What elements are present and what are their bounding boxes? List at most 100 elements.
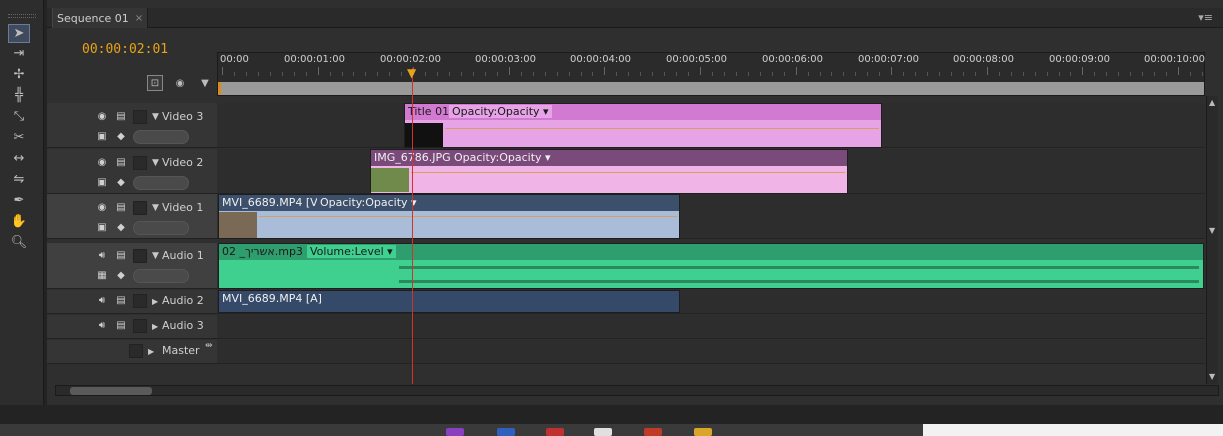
clip-thumbnail bbox=[219, 212, 257, 238]
ruler-minor-tick bbox=[449, 72, 451, 76]
lane-audio-2[interactable]: MVI_6689.MP4 [A] bbox=[217, 290, 1205, 314]
app-icon[interactable] bbox=[644, 428, 662, 436]
keyframe-nav[interactable] bbox=[133, 176, 189, 190]
slip-tool-icon[interactable]: ↔ bbox=[8, 149, 30, 168]
keyframe-icon[interactable]: ◆ bbox=[114, 222, 128, 234]
rolling-edit-tool-icon[interactable]: ╬ bbox=[8, 86, 30, 105]
clip-mvi-6689-v[interactable]: MVI_6689.MP4 [V] Opacity:Opacity ▾ bbox=[218, 194, 680, 239]
master-expand-icon[interactable]: ⇹ bbox=[205, 341, 213, 351]
track-lock-box[interactable] bbox=[129, 344, 143, 358]
panel-grip[interactable] bbox=[8, 14, 36, 18]
expand-triangle-icon[interactable]: ▼ bbox=[152, 112, 159, 122]
lane-video-2[interactable]: IMG_6786.JPG Opacity:Opacity ▾ bbox=[217, 149, 1205, 194]
track-lock-box[interactable] bbox=[133, 156, 147, 170]
effect-dropdown[interactable]: Opacity:Opacity ▾ bbox=[449, 105, 552, 118]
expand-triangle-icon[interactable]: ▼ bbox=[152, 251, 159, 261]
eye-icon[interactable]: ◉ bbox=[95, 111, 109, 123]
collapse-triangle-icon[interactable]: ▶ bbox=[148, 347, 154, 356]
speaker-icon[interactable]: 🔊︎ bbox=[95, 250, 109, 262]
ruler-minor-tick bbox=[1022, 72, 1024, 76]
lock-icon[interactable]: ▤ bbox=[114, 202, 128, 214]
lock-icon[interactable]: ▤ bbox=[114, 111, 128, 123]
playhead-line[interactable] bbox=[412, 68, 413, 384]
app-icon[interactable] bbox=[446, 428, 464, 436]
effect-dropdown[interactable]: Opacity:Opacity ▾ bbox=[317, 196, 420, 209]
horizontal-scrollbar[interactable] bbox=[55, 385, 1219, 396]
lane-video-1[interactable]: MVI_6689.MP4 [V] Opacity:Opacity ▾ bbox=[217, 194, 1205, 239]
expand-triangle-icon[interactable]: ▼ bbox=[152, 203, 159, 213]
collapse-triangle-icon[interactable]: ▶ bbox=[152, 322, 158, 331]
track-lock-box[interactable] bbox=[133, 319, 147, 333]
scroll-thumb[interactable] bbox=[70, 387, 152, 395]
speaker-icon[interactable]: 🔊︎ bbox=[95, 320, 109, 332]
track-lock-box[interactable] bbox=[133, 201, 147, 215]
eye-icon[interactable]: ◉ bbox=[95, 202, 109, 214]
sync-lock-icon[interactable]: ▤ bbox=[114, 250, 128, 262]
sync-lock-icon[interactable]: ▤ bbox=[114, 295, 128, 307]
eye-icon[interactable]: ◉ bbox=[95, 157, 109, 169]
track-select-tool-icon[interactable]: ⇥ bbox=[8, 44, 30, 63]
ruler-label: 00:00:10:00 bbox=[1144, 54, 1206, 65]
panel-menu-icon[interactable]: ▾≡ bbox=[1198, 11, 1213, 24]
effect-dropdown[interactable]: Volume:Level ▾ bbox=[307, 245, 396, 258]
close-icon[interactable]: × bbox=[135, 13, 143, 24]
add-marker-icon[interactable]: ▼ bbox=[197, 75, 213, 91]
effect-dropdown[interactable]: Opacity:Opacity ▾ bbox=[451, 151, 554, 164]
clip-audio-mp3[interactable]: 02 _אשריך.mp3 Volume:Level ▾ bbox=[218, 243, 1204, 289]
razor-tool-icon[interactable]: ✂ bbox=[8, 128, 30, 147]
ripple-edit-tool-icon[interactable]: ✢ bbox=[8, 65, 30, 84]
playhead-icon[interactable]: ▼ bbox=[407, 66, 418, 80]
app-icon[interactable] bbox=[694, 428, 712, 436]
vertical-scrollbar[interactable]: ▲ ▼ ▼ bbox=[1206, 96, 1218, 384]
ruler-minor-tick bbox=[711, 72, 713, 76]
app-icon[interactable] bbox=[546, 428, 564, 436]
snap-icon[interactable]: ⊡ bbox=[147, 75, 163, 91]
waveform-icon[interactable]: ▦ bbox=[95, 270, 109, 282]
ruler-minor-tick bbox=[233, 72, 235, 76]
scroll-down-icon[interactable]: ▼ bbox=[1209, 226, 1215, 235]
lane-video-3[interactable]: Title 01 Opacity:Opacity ▾ bbox=[217, 103, 1205, 148]
lane-audio-1[interactable]: 02 _אשריך.mp3 Volume:Level ▾ bbox=[217, 243, 1205, 289]
app-icon[interactable] bbox=[594, 428, 612, 436]
keyframe-icon[interactable]: ◆ bbox=[114, 177, 128, 189]
track-lock-box[interactable] bbox=[133, 294, 147, 308]
lane-audio-3[interactable] bbox=[217, 315, 1205, 339]
track-lock-box[interactable] bbox=[133, 110, 147, 124]
marker-icon[interactable]: ◉ bbox=[172, 75, 188, 91]
collapse-triangle-icon[interactable]: ▶ bbox=[152, 297, 158, 306]
work-area-bar[interactable] bbox=[218, 82, 1204, 95]
display-style-icon[interactable]: ▣ bbox=[95, 131, 109, 143]
rate-stretch-tool-icon[interactable]: ⤡ bbox=[8, 107, 30, 126]
clip-mvi-6689-a[interactable]: MVI_6689.MP4 [A] bbox=[218, 290, 680, 313]
keyframe-nav[interactable] bbox=[133, 130, 189, 144]
app-icon[interactable] bbox=[497, 428, 515, 436]
ruler-label: 00:00:07:00 bbox=[858, 54, 920, 65]
track-lock-box[interactable] bbox=[133, 249, 147, 263]
time-ruler[interactable]: 00:00 00:00:01:00 00:00:02:00 00:00:03:0… bbox=[217, 52, 1205, 96]
ruler-major-tick bbox=[317, 67, 319, 75]
sync-lock-icon[interactable]: ▤ bbox=[114, 320, 128, 332]
clip-img-6786[interactable]: IMG_6786.JPG Opacity:Opacity ▾ bbox=[370, 149, 848, 194]
ruler-minor-tick bbox=[437, 72, 439, 76]
zoom-tool-icon[interactable]: 🔍︎ bbox=[8, 233, 30, 252]
slide-tool-icon[interactable]: ⇋ bbox=[8, 170, 30, 189]
hand-tool-icon[interactable]: ✋ bbox=[8, 212, 30, 231]
selection-tool-icon[interactable]: ➤ bbox=[8, 24, 30, 43]
scroll-down-icon[interactable]: ▼ bbox=[1209, 372, 1215, 381]
keyframe-nav[interactable] bbox=[133, 221, 189, 235]
work-area-start[interactable] bbox=[218, 82, 221, 95]
expand-triangle-icon[interactable]: ▼ bbox=[152, 158, 159, 168]
keyframe-icon[interactable]: ◆ bbox=[114, 270, 128, 282]
display-style-icon[interactable]: ▣ bbox=[95, 177, 109, 189]
current-timecode[interactable]: 00:00:02:01 bbox=[82, 42, 168, 57]
keyframe-nav[interactable] bbox=[133, 269, 189, 283]
scroll-up-icon[interactable]: ▲ bbox=[1209, 98, 1215, 107]
lane-master[interactable] bbox=[217, 340, 1205, 364]
display-style-icon[interactable]: ▣ bbox=[95, 222, 109, 234]
pen-tool-icon[interactable]: ✒ bbox=[8, 191, 30, 210]
lock-icon[interactable]: ▤ bbox=[114, 157, 128, 169]
tab-sequence-01[interactable]: Sequence 01 × bbox=[52, 8, 149, 28]
clip-title-01[interactable]: Title 01 Opacity:Opacity ▾ bbox=[404, 103, 882, 148]
keyframe-icon[interactable]: ◆ bbox=[114, 131, 128, 143]
speaker-icon[interactable]: 🔊︎ bbox=[95, 295, 109, 307]
